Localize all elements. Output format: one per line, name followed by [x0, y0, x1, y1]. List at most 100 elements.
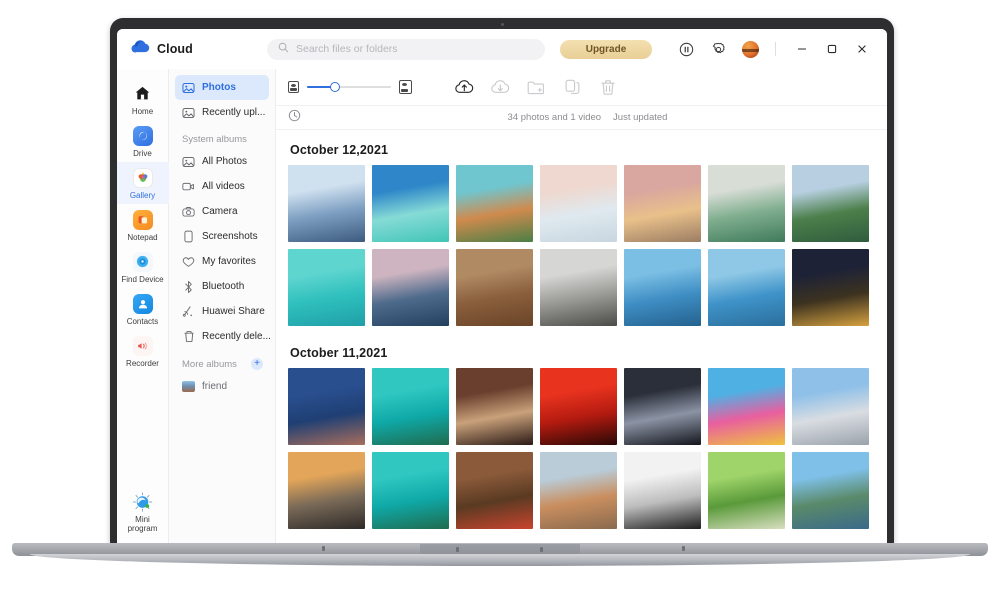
title-bar: Cloud Search files or folders Upgrade: [117, 29, 887, 69]
photo-tile[interactable]: [624, 249, 701, 326]
find-device-icon: [132, 251, 153, 272]
new-folder-icon[interactable]: [526, 77, 546, 97]
album-item-all-photos[interactable]: All Photos: [175, 149, 269, 174]
photo-tile[interactable]: [288, 368, 365, 445]
close-button[interactable]: [849, 36, 875, 62]
share-icon: [182, 305, 195, 318]
bluetooth-icon: [182, 280, 195, 293]
photo-tile[interactable]: [456, 452, 533, 529]
photo-tile[interactable]: [456, 249, 533, 326]
sidebar-item-label: Recorder: [126, 359, 159, 368]
add-album-button[interactable]: +: [251, 358, 263, 370]
sidebar-item-label: Home: [131, 107, 154, 116]
slider-knob[interactable]: [330, 82, 340, 92]
album-item-label: Camera: [202, 206, 238, 217]
thumbnail-size-slider[interactable]: [288, 80, 412, 94]
photo-tile[interactable]: [456, 165, 533, 242]
photo-tile[interactable]: [708, 165, 785, 242]
system-albums-header: System albums: [182, 134, 247, 145]
photo-tile[interactable]: [624, 368, 701, 445]
download-icon[interactable]: [490, 77, 510, 97]
photo-tile[interactable]: [708, 368, 785, 445]
photo-tile[interactable]: [372, 165, 449, 242]
photo-row: [288, 165, 875, 242]
albums-panel: Photos Recently upl... System albums All…: [169, 69, 276, 546]
section-date: October 11,2021: [290, 346, 388, 360]
search-bar[interactable]: Search files or folders: [267, 38, 545, 60]
screen-bezel: Cloud Search files or folders Upgrade Ho…: [110, 18, 894, 546]
gallery-icon: [132, 167, 153, 188]
toolbar-actions: [454, 77, 618, 97]
album-item-my-favorites[interactable]: My favorites: [175, 249, 269, 274]
laptop-base: [0, 543, 1000, 583]
photo-tile[interactable]: [792, 249, 869, 326]
sidebar-item-contacts[interactable]: Contacts: [117, 288, 169, 330]
app-body: Home Drive Gallery Notepad Find Device C…: [117, 69, 887, 546]
small-thumbnail-icon[interactable]: [288, 81, 299, 93]
album-item-camera[interactable]: Camera: [175, 199, 269, 224]
sidebar-item-notepad[interactable]: Notepad: [117, 204, 169, 246]
sidebar-item-mini-program[interactable]: Mini program: [117, 486, 169, 537]
slider-track[interactable]: [307, 82, 391, 92]
photo-tile[interactable]: [372, 368, 449, 445]
screenshot-icon: [182, 230, 195, 243]
upgrade-button[interactable]: Upgrade: [560, 39, 652, 59]
camera-icon: [182, 205, 195, 218]
album-item-friend[interactable]: friend: [175, 374, 269, 399]
album-item-screenshots[interactable]: Screenshots: [175, 224, 269, 249]
photo-tile[interactable]: [792, 452, 869, 529]
album-item-bluetooth[interactable]: Bluetooth: [175, 274, 269, 299]
screen: Cloud Search files or folders Upgrade Ho…: [117, 29, 887, 546]
photo-tile[interactable]: [624, 165, 701, 242]
photo-tile[interactable]: [372, 249, 449, 326]
search-input[interactable]: Search files or folders: [296, 43, 398, 55]
photo-tile[interactable]: [540, 368, 617, 445]
copy-icon[interactable]: [562, 77, 582, 97]
photo-tile[interactable]: [288, 165, 365, 242]
avatar[interactable]: [737, 36, 763, 62]
photo-tile[interactable]: [288, 249, 365, 326]
sidebar-item-label: Contacts: [126, 317, 159, 326]
main-content: 34 photos and 1 video Just updated Octobe…: [276, 69, 887, 546]
photo-tile[interactable]: [708, 249, 785, 326]
album-item-all-videos[interactable]: All videos: [175, 174, 269, 199]
laptop-base-bottom: [30, 554, 970, 566]
sidebar-item-label: Find Device: [121, 275, 164, 284]
upload-icon[interactable]: [454, 77, 474, 97]
trash-icon: [182, 330, 195, 343]
photo-tile[interactable]: [792, 368, 869, 445]
sidebar-item-recorder[interactable]: Recorder: [117, 330, 169, 372]
album-item-recently-deleted[interactable]: Recently dele...: [175, 324, 271, 349]
minimize-button[interactable]: [789, 36, 815, 62]
album-item-huawei-share[interactable]: Huawei Share: [175, 299, 269, 324]
maximize-button[interactable]: [819, 36, 845, 62]
sync-status: Just updated: [613, 112, 668, 123]
photo-tile[interactable]: [792, 165, 869, 242]
album-item-photos[interactable]: Photos: [175, 75, 269, 100]
large-thumbnail-icon[interactable]: [399, 80, 412, 94]
gear-icon[interactable]: [705, 36, 731, 62]
pause-circle-icon[interactable]: [673, 36, 699, 62]
app-rail: Home Drive Gallery Notepad Find Device C…: [117, 69, 169, 546]
photo-tile[interactable]: [540, 165, 617, 242]
photo-tile[interactable]: [540, 249, 617, 326]
album-item-label: All Photos: [202, 156, 248, 167]
photo-icon: [182, 81, 195, 94]
photo-tile[interactable]: [288, 452, 365, 529]
photo-tile[interactable]: [708, 452, 785, 529]
sidebar-item-find-device[interactable]: Find Device: [117, 246, 169, 288]
album-item-recently-uploaded[interactable]: Recently upl...: [175, 100, 269, 125]
photo-tile[interactable]: [456, 368, 533, 445]
photo-tile[interactable]: [372, 452, 449, 529]
sidebar-item-gallery[interactable]: Gallery: [117, 162, 169, 204]
photo-tile[interactable]: [540, 452, 617, 529]
titlebar-actions: Upgrade: [560, 29, 875, 69]
sidebar-item-label: Drive: [133, 149, 152, 158]
sidebar-item-drive[interactable]: Drive: [117, 120, 169, 162]
photo-tile[interactable]: [624, 452, 701, 529]
heart-icon: [182, 255, 195, 268]
sidebar-item-home[interactable]: Home: [117, 78, 169, 120]
delete-icon[interactable]: [598, 77, 618, 97]
gallery-section: October 11,2021: [288, 333, 875, 529]
laptop-frame: Cloud Search files or folders Upgrade Ho…: [0, 0, 1000, 600]
